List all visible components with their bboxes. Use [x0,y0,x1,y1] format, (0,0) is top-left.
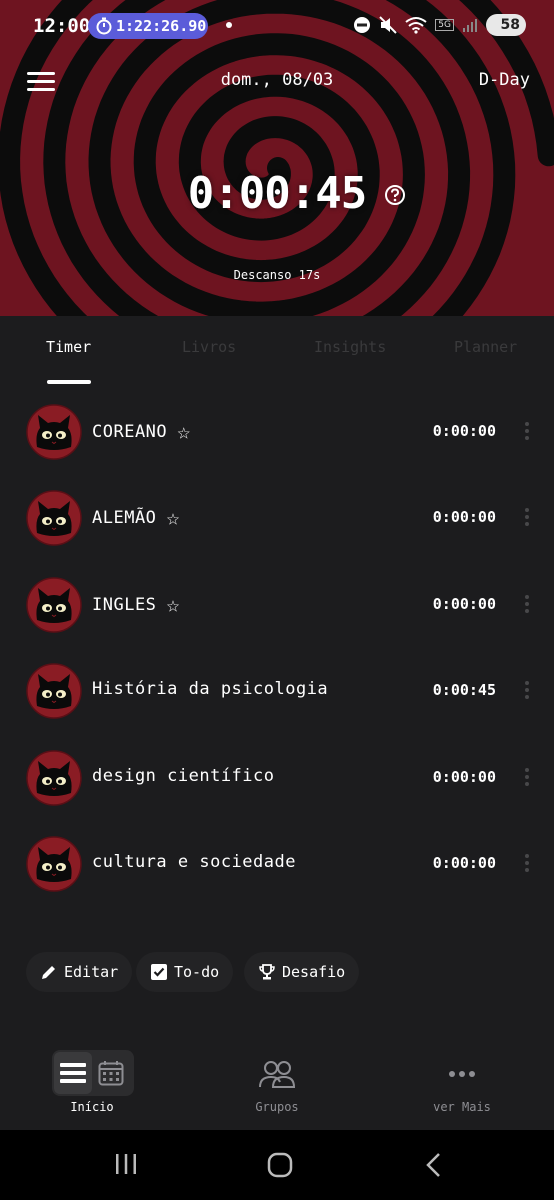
groups-icon [259,1061,296,1088]
subject-row[interactable]: ALEMÃO ☆ 0:00:00 [0,474,554,560]
stopwatch-value: 1:22:26.90 [116,17,207,35]
subject-name-wrapper: design científico [92,766,275,786]
more-options-icon[interactable] [524,767,530,788]
tab-bar: Timer Livros Insights Planner [0,316,554,388]
trophy-icon [259,964,275,980]
subject-row[interactable]: cultura e sociedade 0:00:00 [0,820,554,906]
more-dots-icon [449,1071,475,1077]
list-view-icon[interactable] [60,1062,86,1084]
recent-apps-icon[interactable] [114,1152,138,1176]
more-options-icon[interactable] [524,508,530,528]
cat-avatar-icon [26,663,82,719]
subject-row[interactable]: INGLES ☆ 0:00:00 [0,561,554,647]
dday-button[interactable]: D-Day [479,70,530,90]
rest-label: Descanso 17s [233,268,321,282]
subject-name: ALEMÃO [92,508,157,529]
more-options-icon[interactable] [524,854,530,874]
notification-dot [226,22,232,28]
subject-name-wrapper: COREANO ☆ [92,420,191,445]
battery-level: 58 [500,17,520,33]
cat-avatar-icon [26,836,82,892]
home-icon[interactable] [266,1151,294,1179]
subject-time: 0:00:00 [432,422,496,440]
tab-timer[interactable]: Timer [46,338,91,356]
subject-name-wrapper: INGLES ☆ [92,593,180,618]
subject-time: 0:00:00 [432,508,496,527]
more-options-icon[interactable] [524,422,530,442]
more-options-icon[interactable] [524,681,530,701]
challenge-button[interactable]: Desafio [244,952,360,992]
network-type: 5G [435,19,454,31]
nav-grupos-label: Grupos [255,1100,299,1114]
nav-inicio[interactable]: Início [22,1040,162,1126]
tab-planner[interactable]: Planner [454,338,517,356]
mute-icon [379,16,398,34]
wifi-icon [405,17,427,34]
nav-grupos[interactable]: Grupos [207,1040,347,1126]
bottom-navigation: Início Grupos ver Mais [0,1040,554,1130]
system-icons: 5G 58 [353,14,526,36]
subject-name: COREANO [92,422,168,442]
signal-icon [463,19,477,32]
subject-time: 0:00:45 [432,681,496,700]
tab-insights[interactable]: Insights [314,338,386,356]
subject-name: História da psicologia [92,679,329,700]
subject-row[interactable]: História da psicologia 0:00:45 [0,647,554,733]
system-navigation-bar [0,1130,554,1200]
tab-livros[interactable]: Livros [182,338,236,356]
calendar-icon[interactable] [98,1060,124,1086]
cat-avatar-icon [26,490,82,547]
todo-label: To-do [174,963,220,981]
edit-button[interactable]: Editar [26,952,133,992]
subject-name-wrapper: História da psicologia [92,679,328,699]
subject-name-wrapper: cultura e sociedade [92,852,296,872]
subject-time: 0:00:00 [432,854,496,872]
star-icon[interactable]: ☆ [177,420,191,445]
subject-name: INGLES [92,594,157,615]
status-bar: 12:00 1:22:26.90 5G 58 [0,0,554,52]
more-options-icon[interactable] [524,594,530,615]
subject-name-wrapper: ALEMÃO ☆ [92,506,180,531]
subject-time: 0:00:00 [432,767,496,786]
subject-time: 0:00:00 [432,594,496,613]
back-icon[interactable] [424,1152,444,1178]
battery-indicator: 58 [486,14,526,36]
help-icon[interactable] [384,184,406,206]
nav-ver-mais[interactable]: ver Mais [392,1040,532,1126]
nav-inicio-label: Início [70,1100,114,1114]
challenge-label: Desafio [282,963,346,981]
cat-avatar-icon [26,404,82,460]
tab-active-indicator [47,380,91,384]
star-icon[interactable]: ☆ [166,593,180,618]
edit-label: Editar [64,963,119,981]
nav-ver-mais-label: ver Mais [433,1100,491,1114]
stopwatch-icon [96,17,112,35]
stopwatch-pill[interactable]: 1:22:26.90 [88,13,208,39]
subject-row[interactable]: COREANO ☆ 0:00:00 [0,388,554,474]
main-timer: 0:00:45 [187,168,367,219]
checkbox-icon [151,964,167,980]
top-bar: dom., 08/03 D-Day [0,64,554,100]
star-icon[interactable]: ☆ [166,506,180,531]
cat-avatar-icon [26,749,82,806]
pencil-icon [42,966,55,979]
date-label[interactable]: dom., 08/03 [0,70,554,90]
status-clock: 12:00 [33,15,91,37]
subject-name: cultura e sociedade [92,852,296,872]
subject-row[interactable]: design científico 0:00:00 [0,734,554,820]
subject-name: design científico [92,765,275,786]
todo-button[interactable]: To-do [136,952,234,992]
header-background: 12:00 1:22:26.90 5G 58 dom., 08/03 D-Day… [0,0,554,316]
cat-avatar-icon [26,577,82,633]
do-not-disturb-icon [354,17,371,33]
